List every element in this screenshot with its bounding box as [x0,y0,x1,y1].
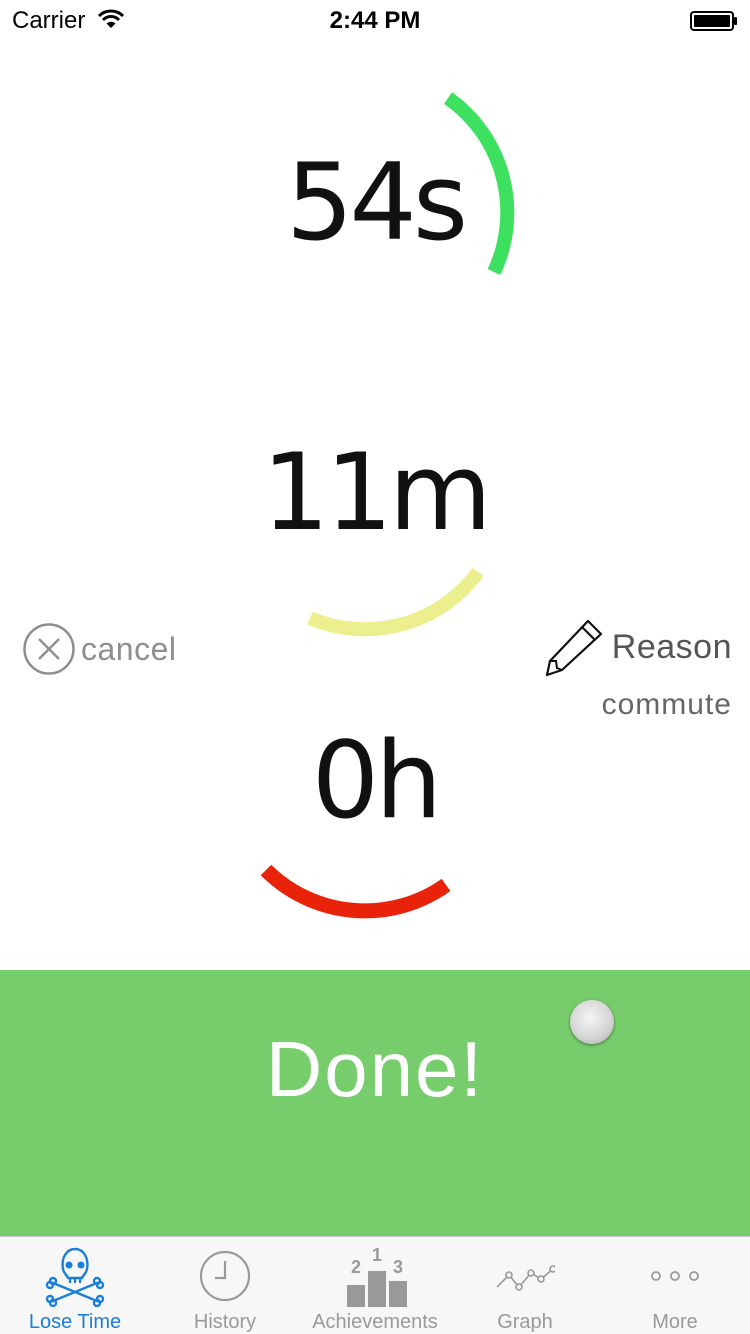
tab-bar: Lose Time History 2 1 3 Achievements Gra… [0,1236,750,1334]
cancel-button[interactable]: cancel [22,622,177,676]
more-dots-icon [651,1271,699,1281]
tab-lose-time[interactable]: Lose Time [0,1237,150,1334]
done-label: Done! [265,1025,485,1113]
tab-achievements[interactable]: 2 1 3 Achievements [300,1237,450,1334]
minutes-progress-arc [307,567,484,637]
podium-icon: 2 1 3 [347,1245,407,1307]
podium-third: 3 [393,1257,403,1277]
seconds-value: 54s [285,141,468,264]
clock-icon [199,1250,251,1302]
podium-second: 2 [351,1257,361,1277]
reason-value[interactable]: commute [602,688,732,722]
skull-crossbones-icon [45,1247,105,1307]
tab-label: Achievements [312,1311,438,1333]
pencil-icon [545,619,603,677]
tab-label: Lose Time [28,1311,122,1333]
tab-history[interactable]: History [150,1237,300,1334]
done-button[interactable]: Done! [0,970,750,1236]
reason-label: Reason [611,628,732,666]
reason-button[interactable]: Reason [542,618,742,678]
cancel-label: cancel [81,630,177,667]
close-circle-icon [23,623,75,675]
tab-graph[interactable]: Graph [450,1237,600,1334]
hours-value: 0h [311,719,443,842]
tab-label: More [652,1311,698,1333]
minutes-value: 11m [261,431,492,554]
tab-more[interactable]: More [600,1237,750,1334]
line-graph-icon [496,1265,555,1291]
tab-label: History [193,1311,257,1333]
hours-progress-arc [260,864,451,919]
tab-label: Graph [497,1311,553,1333]
podium-first: 1 [372,1245,382,1265]
